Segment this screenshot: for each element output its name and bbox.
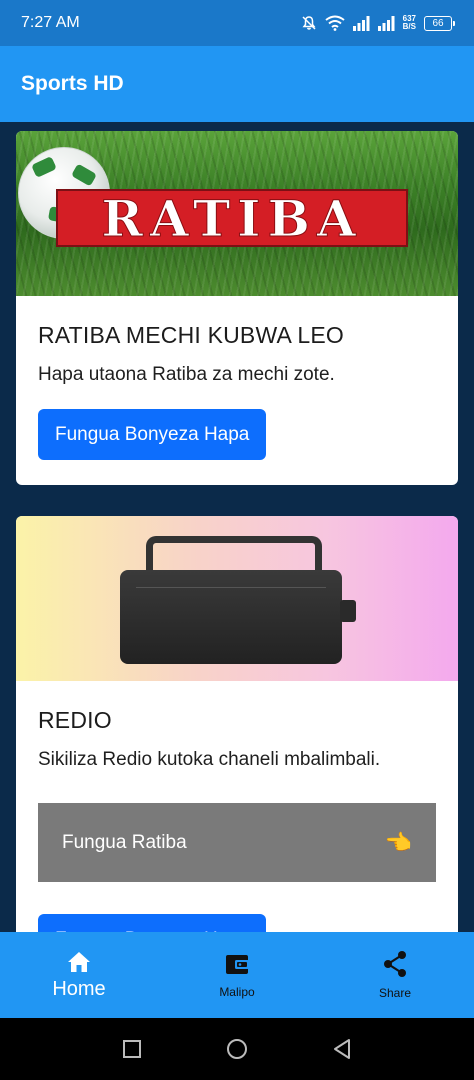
ratiba-banner-image: RATIBA bbox=[16, 131, 458, 296]
redio-card: REDIO Sikiliza Redio kutoka chaneli mbal… bbox=[16, 516, 458, 932]
share-icon bbox=[384, 951, 406, 977]
redio-card-body: REDIO Sikiliza Redio kutoka chaneli mbal… bbox=[16, 681, 458, 932]
mute-bell-icon bbox=[302, 16, 316, 30]
ratiba-banner-text: RATIBA bbox=[56, 188, 408, 248]
redio-open-button[interactable]: Fungua Bonyeza Hapa bbox=[38, 914, 267, 932]
nav-share-label: Share bbox=[378, 986, 412, 1000]
pointing-hand-icon: 👈 bbox=[384, 829, 412, 855]
recent-apps-icon[interactable] bbox=[122, 1039, 142, 1059]
ratiba-card-body: RATIBA MECHI KUBWA LEO Hapa utaona Ratib… bbox=[16, 296, 458, 460]
home-icon bbox=[68, 951, 90, 972]
ratiba-card: RATIBA RATIBA MECHI KUBWA LEO Hapa utaon… bbox=[16, 131, 458, 485]
radio-image bbox=[120, 536, 356, 664]
network-speed-unit: B/S bbox=[402, 22, 416, 31]
redio-banner-image bbox=[16, 516, 458, 681]
nav-share[interactable]: Share bbox=[325, 950, 465, 1000]
status-icons: 637 B/S 66 bbox=[301, 15, 455, 31]
ratiba-open-button[interactable]: Fungua Bonyeza Hapa bbox=[38, 409, 267, 460]
redio-card-title: REDIO bbox=[38, 707, 112, 733]
ratiba-card-text: Hapa utaona Ratiba za mechi zote. bbox=[38, 364, 335, 385]
nav-malipo-label: Malipo bbox=[219, 985, 255, 999]
battery-level: 66 bbox=[432, 17, 444, 29]
nav-malipo[interactable]: Malipo bbox=[167, 951, 307, 999]
fungua-ratiba-row[interactable]: Fungua Ratiba 👈 bbox=[38, 803, 436, 882]
wifi-icon bbox=[325, 15, 345, 31]
status-time: 7:27 AM bbox=[21, 14, 80, 31]
system-navigation-bar bbox=[0, 1018, 474, 1080]
status-bar: 7:27 AM 637 B/S 66 bbox=[0, 0, 474, 46]
signal-icon-1 bbox=[352, 15, 370, 31]
app-title: Sports HD bbox=[21, 72, 124, 95]
bottom-navigation: Home Malipo Share bbox=[0, 932, 474, 1018]
signal-icon-2 bbox=[377, 15, 395, 31]
network-speed: 637 B/S bbox=[403, 15, 416, 31]
home-circle-icon[interactable] bbox=[226, 1038, 248, 1060]
app-bar: Sports HD bbox=[0, 46, 474, 122]
content-scroll-area[interactable]: RATIBA RATIBA MECHI KUBWA LEO Hapa utaon… bbox=[0, 122, 474, 932]
fungua-ratiba-label: Fungua Ratiba bbox=[62, 831, 187, 853]
nav-home-label: Home bbox=[52, 977, 106, 1000]
ratiba-card-title: RATIBA MECHI KUBWA LEO bbox=[38, 322, 345, 348]
wallet-icon bbox=[226, 955, 249, 974]
back-triangle-icon[interactable] bbox=[332, 1038, 352, 1060]
battery-icon: 66 bbox=[424, 15, 455, 31]
nav-home[interactable]: Home bbox=[9, 950, 149, 1001]
redio-card-text: Sikiliza Redio kutoka chaneli mbalimbali… bbox=[38, 749, 381, 770]
